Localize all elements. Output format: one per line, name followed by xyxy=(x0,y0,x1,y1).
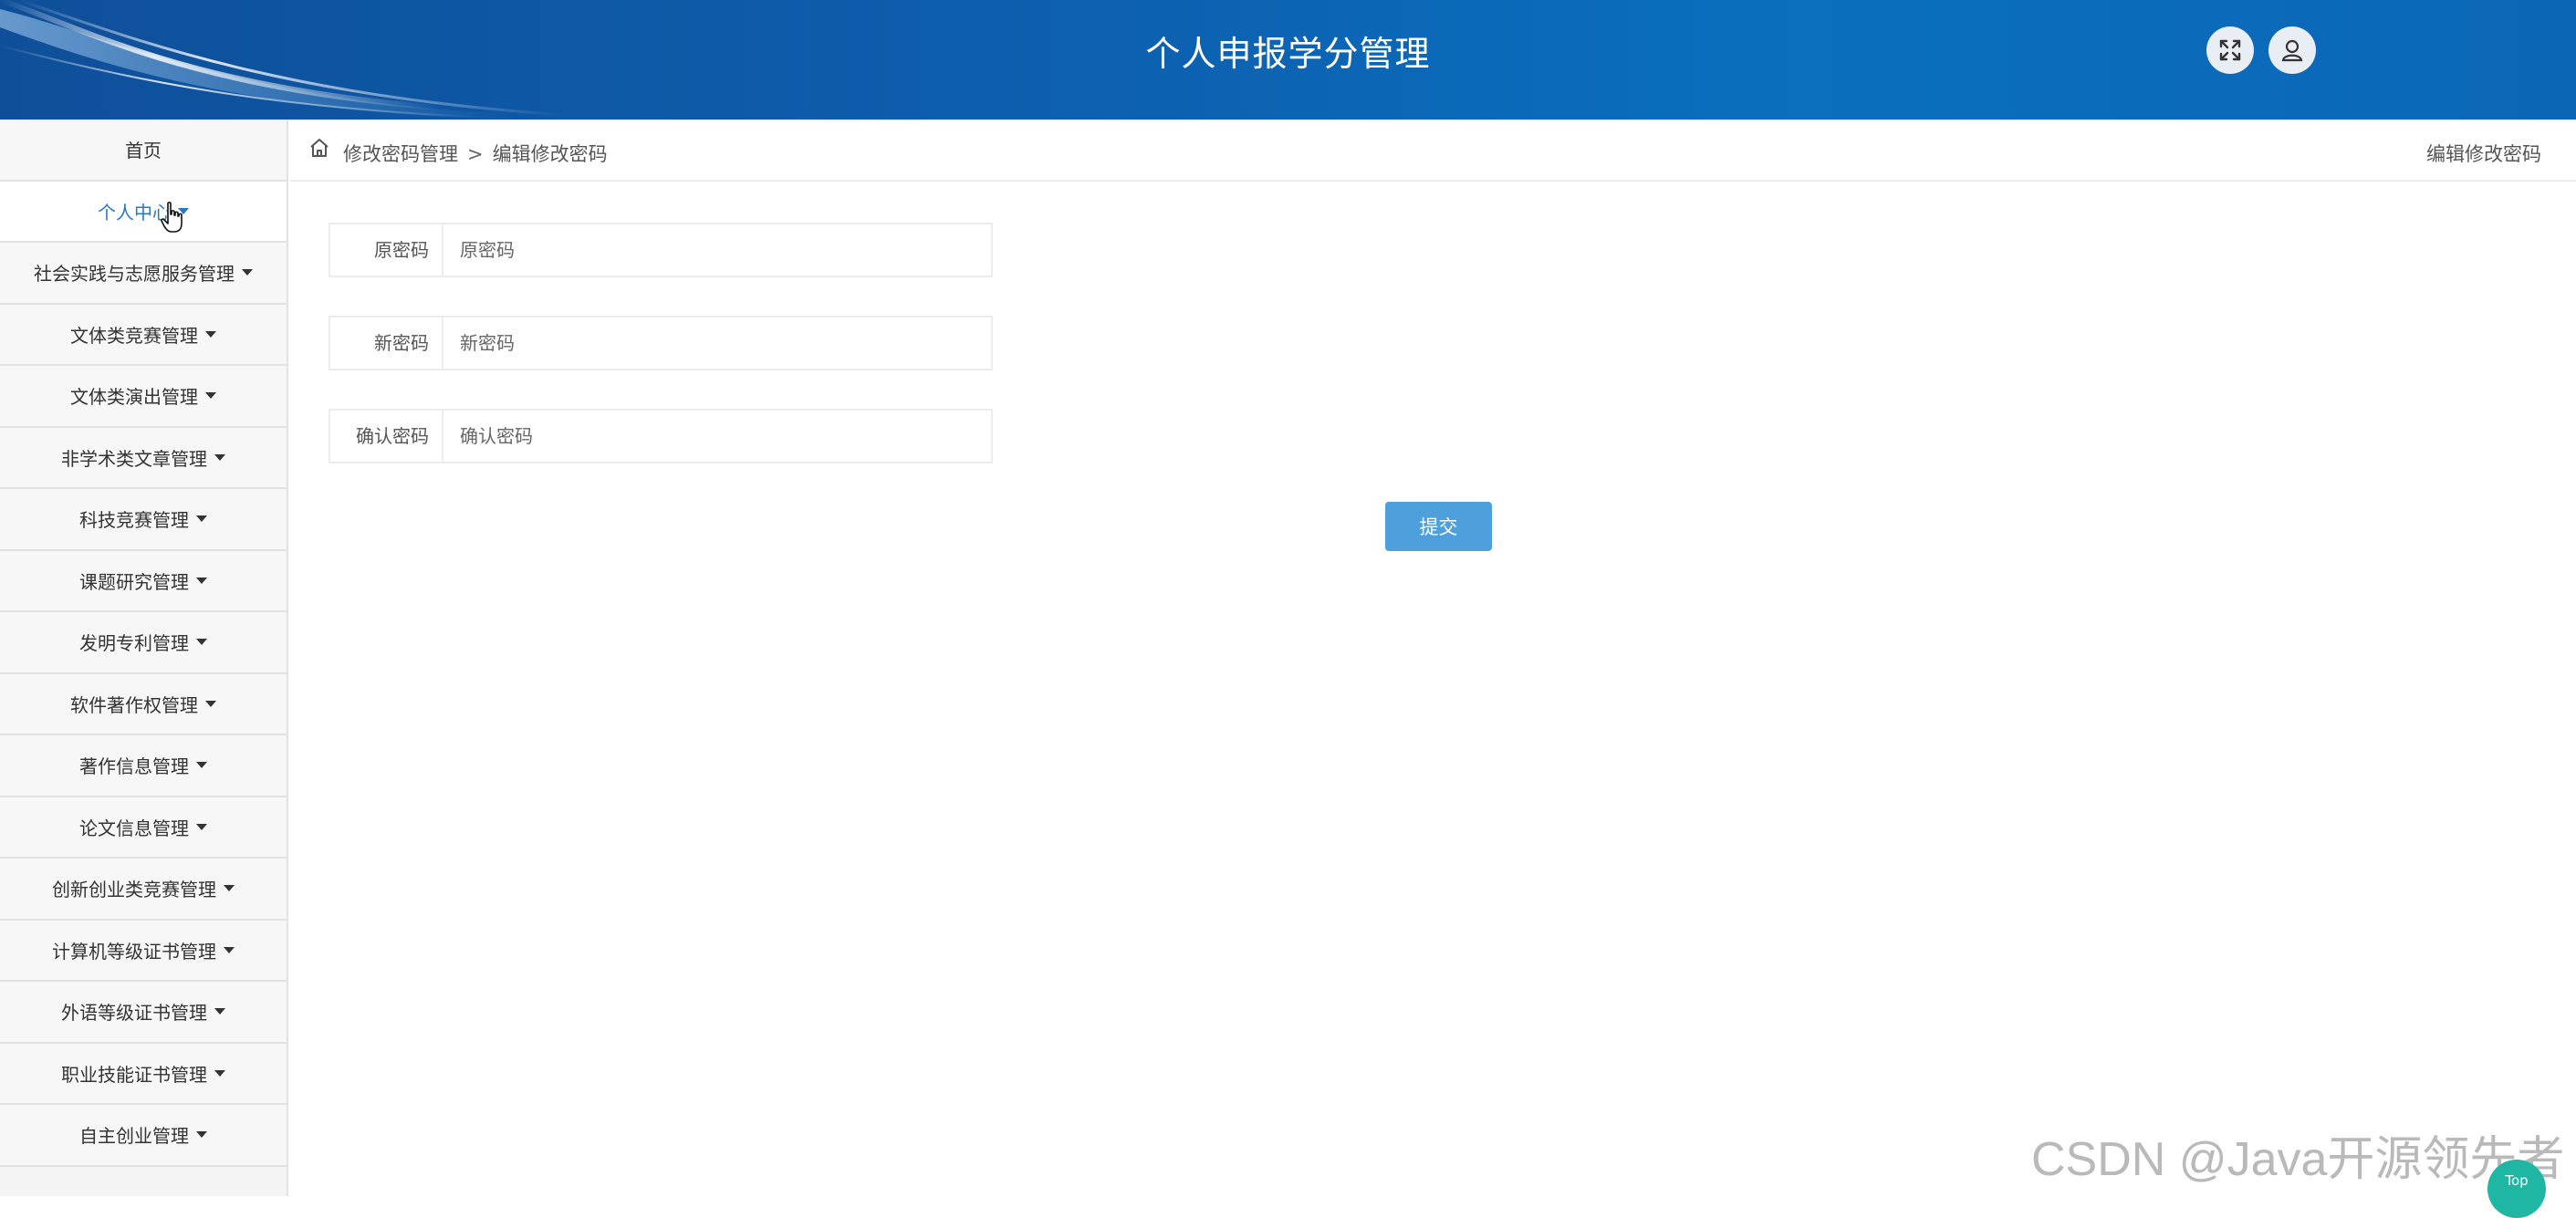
confirm-password-label: 确认密码 xyxy=(330,411,443,462)
submit-button[interactable]: 提交 xyxy=(1385,502,1492,551)
breadcrumb-password-management[interactable]: 修改密码管理 xyxy=(343,143,458,165)
sidebar-item-software-copyright[interactable]: 软件著作权管理 xyxy=(0,673,287,735)
sidebar-item-research-projects[interactable]: 课题研究管理 xyxy=(0,550,287,612)
hand-pointer-cursor-icon xyxy=(161,202,183,233)
sidebar-item-papers[interactable]: 论文信息管理 xyxy=(0,796,287,859)
confirm-password-row: 确认密码 xyxy=(329,409,993,463)
old-password-label: 原密码 xyxy=(330,224,443,276)
sidebar-item-tech-competition[interactable]: 科技竞赛管理 xyxy=(0,489,287,551)
chevron-down-icon xyxy=(196,762,207,769)
chevron-down-icon xyxy=(196,577,207,584)
sidebar-item-home[interactable]: 首页 xyxy=(0,120,287,182)
sidebar-item-language-certificate[interactable]: 外语等级证书管理 xyxy=(0,982,287,1044)
watermark-text: CSDN @Java开源领先者 xyxy=(2031,1133,2565,1186)
new-password-row: 新密码 xyxy=(329,316,993,370)
sidebar-item-sports-competition[interactable]: 文体类竞赛管理 xyxy=(0,304,287,366)
page-title: 个人申报学分管理 xyxy=(1145,34,1431,74)
old-password-row: 原密码 xyxy=(329,223,993,277)
back-to-top-button[interactable]: Top xyxy=(2487,1160,2546,1218)
chevron-down-icon xyxy=(196,823,207,830)
chevron-down-icon xyxy=(196,1131,207,1139)
breadcrumb-separator: > xyxy=(467,143,484,165)
chevron-down-icon xyxy=(205,700,216,707)
chevron-down-icon xyxy=(214,453,225,461)
sidebar-item-non-academic-articles[interactable]: 非学术类文章管理 xyxy=(0,427,287,489)
new-password-label: 新密码 xyxy=(330,318,443,369)
chevron-down-icon xyxy=(214,1069,225,1077)
sidebar-item-patents[interactable]: 发明专利管理 xyxy=(0,612,287,674)
sidebar-item-social-practice[interactable]: 社会实践与志愿服务管理 xyxy=(0,243,287,305)
chevron-down-icon xyxy=(224,885,235,892)
chevron-down-icon xyxy=(242,269,253,276)
old-password-input[interactable] xyxy=(445,224,991,276)
sidebar-item-innovation-competition[interactable]: 创新创业类竞赛管理 xyxy=(0,859,287,921)
breadcrumb-bar: 修改密码管理 > 编辑修改密码 编辑修改密码 xyxy=(290,120,2576,182)
sidebar-item-publications[interactable]: 著作信息管理 xyxy=(0,735,287,797)
chevron-down-icon xyxy=(196,515,207,523)
sidebar-item-vocational-certificate[interactable]: 职业技能证书管理 xyxy=(0,1043,287,1105)
chevron-down-icon xyxy=(205,330,216,338)
breadcrumb-edit-password: 编辑修改密码 xyxy=(492,143,608,165)
sidebar-item-entrepreneurship[interactable]: 自主创业管理 xyxy=(0,1105,287,1167)
sidebar-item-performance[interactable]: 文体类演出管理 xyxy=(0,366,287,428)
chevron-down-icon xyxy=(214,1008,225,1015)
user-icon xyxy=(2281,39,2303,62)
section-title: 编辑修改密码 xyxy=(2426,143,2541,165)
home-icon[interactable] xyxy=(308,137,330,159)
expand-arrows-icon xyxy=(2219,39,2241,61)
chevron-down-icon xyxy=(196,639,207,646)
chevron-down-icon xyxy=(224,946,235,953)
sidebar-item-computer-certificate[interactable]: 计算机等级证书管理 xyxy=(0,920,287,982)
sidebar-item-personal-center[interactable]: 个人中心 xyxy=(0,181,287,243)
breadcrumb: 修改密码管理 > 编辑修改密码 xyxy=(343,140,608,167)
chevron-down-icon xyxy=(205,392,216,400)
top-header: 个人申报学分管理 xyxy=(0,0,2576,120)
sidebar-menu: 首页 个人中心 社会实践与志愿服务管理 文体类竞赛管理 文体类演出管理 非学术类… xyxy=(0,120,288,1196)
new-password-input[interactable] xyxy=(445,318,991,369)
user-menu-button[interactable] xyxy=(2268,26,2316,74)
confirm-password-input[interactable] xyxy=(445,411,991,462)
fullscreen-button[interactable] xyxy=(2206,26,2254,74)
